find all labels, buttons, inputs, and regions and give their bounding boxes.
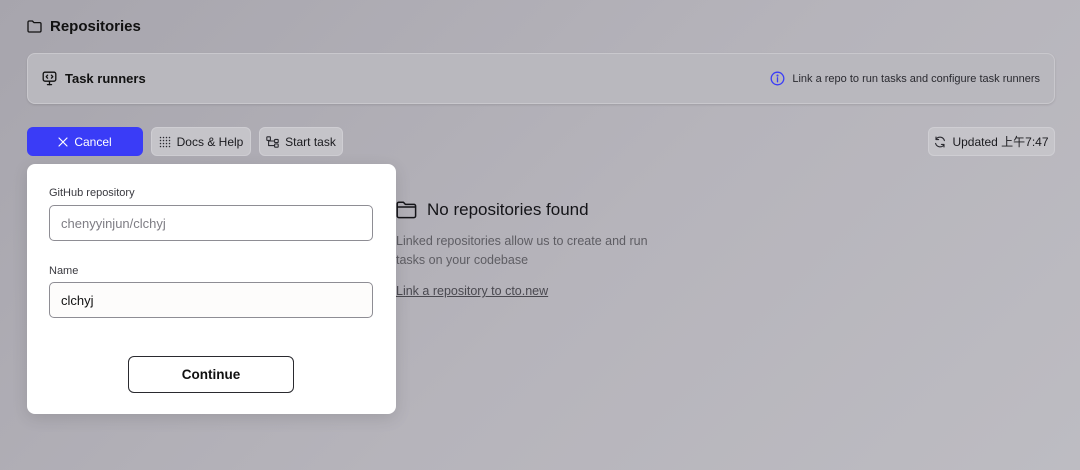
start-task-button[interactable]: Start task <box>259 127 343 156</box>
folder-icon <box>396 201 417 219</box>
github-repository-label: GitHub repository <box>49 187 135 199</box>
name-input[interactable] <box>49 282 373 318</box>
continue-button[interactable]: Continue <box>128 356 294 393</box>
name-label: Name <box>49 265 79 277</box>
dot-grid-icon <box>159 136 171 148</box>
task-runners-title: Task runners <box>65 71 146 86</box>
docs-help-button[interactable]: Docs & Help <box>151 127 251 156</box>
monitor-code-icon <box>42 71 57 86</box>
page-title: Repositories <box>50 17 141 35</box>
refresh-icon <box>934 135 946 148</box>
folder-icon <box>27 19 42 33</box>
page-header: Repositories <box>27 15 141 37</box>
docs-help-button-label: Docs & Help <box>176 134 244 149</box>
info-icon <box>770 71 785 86</box>
link-repository-link[interactable]: Link a repository to cto.new <box>396 284 548 298</box>
empty-state: No repositories found Linked repositorie… <box>396 200 696 300</box>
cancel-button[interactable]: Cancel <box>27 127 143 156</box>
task-runners-heading: Task runners <box>42 71 146 86</box>
task-runners-panel: Task runners Link a repo to run tasks an… <box>27 53 1055 104</box>
empty-state-title: No repositories found <box>427 200 589 219</box>
cancel-button-label: Cancel <box>74 134 112 149</box>
link-repository-form: GitHub repository Name Continue <box>27 164 396 414</box>
start-task-button-label: Start task <box>285 134 336 149</box>
flow-chart-icon <box>266 135 279 148</box>
task-runners-info: Link a repo to run tasks and configure t… <box>770 71 1040 86</box>
empty-state-description: Linked repositories allow us to create a… <box>396 234 648 267</box>
updated-timestamp: Updated 上午7:47 <box>952 135 1049 149</box>
refresh-updated-button[interactable]: Updated 上午7:47 <box>928 127 1055 156</box>
task-runners-info-text: Link a repo to run tasks and configure t… <box>792 72 1040 85</box>
empty-state-heading: No repositories found <box>396 200 696 220</box>
github-repository-input[interactable] <box>49 205 373 241</box>
close-icon <box>58 136 68 147</box>
